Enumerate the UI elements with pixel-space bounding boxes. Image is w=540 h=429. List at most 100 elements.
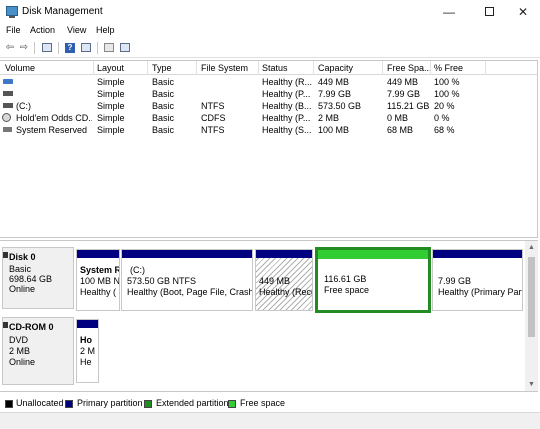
- cell-layout: Simple: [97, 77, 125, 87]
- legend-swatch-extended: [144, 400, 152, 408]
- menu-action[interactable]: Action: [30, 25, 55, 35]
- maximize-button[interactable]: [476, 3, 502, 21]
- table-row[interactable]: System Reserved Simple Basic NTFS Health…: [0, 124, 538, 136]
- cell-free-space: 68 MB: [387, 125, 414, 135]
- scroll-thumb[interactable]: [528, 257, 535, 337]
- cell-type: Basic: [152, 125, 175, 135]
- menu-file[interactable]: File: [6, 25, 21, 35]
- partition-system-reserved[interactable]: System R 100 MB N Healthy (: [76, 249, 120, 311]
- partition-status: Healthy (Primary Part: [438, 287, 523, 297]
- cdrom-0-label[interactable]: CD-ROM 0 DVD 2 MB Online: [2, 317, 74, 385]
- cell-layout: Simple: [97, 113, 125, 123]
- cell-type: Basic: [152, 77, 175, 87]
- col-file-system[interactable]: File System: [201, 63, 248, 73]
- legend-label: Unallocated: [16, 398, 64, 408]
- cell-layout: Simple: [97, 125, 125, 135]
- settings-icon[interactable]: [118, 42, 132, 54]
- cell-volume: (C:): [16, 101, 31, 111]
- partition-size: 2 M: [80, 346, 96, 356]
- partition-status: Healthy (Reco: [259, 287, 313, 297]
- cell-capacity: 7.99 GB: [318, 89, 352, 99]
- window-title: Disk Management: [22, 6, 103, 17]
- partition-size: 449 MB: [259, 276, 291, 286]
- col-status[interactable]: Status: [262, 63, 288, 73]
- legend: Unallocated Primary partition Extended p…: [0, 396, 540, 412]
- cd-icon: [2, 113, 11, 122]
- cell-layout: Simple: [97, 101, 125, 111]
- primary-partition-bar: [433, 250, 522, 258]
- col-capacity[interactable]: Capacity: [318, 63, 353, 73]
- primary-partition-bar: [77, 250, 119, 258]
- legend-swatch-primary: [65, 400, 73, 408]
- toolbar-separator: [34, 42, 35, 54]
- toolbar-separator: [97, 42, 98, 54]
- cell-type: Basic: [152, 113, 175, 123]
- partition-cdrom[interactable]: Ho 2 M He: [76, 319, 99, 383]
- cell-status: Healthy (S...: [262, 125, 312, 135]
- cd-drive-icon: [3, 322, 8, 328]
- cell-percent-free: 100 %: [434, 89, 460, 99]
- col-free-space[interactable]: Free Spa...: [387, 63, 432, 73]
- col-layout[interactable]: Layout: [97, 63, 124, 73]
- disk-state: Online: [9, 357, 36, 367]
- menu-help[interactable]: Help: [96, 25, 115, 35]
- menu-view[interactable]: View: [67, 25, 86, 35]
- partition-recovery[interactable]: 449 MB Healthy (Reco: [255, 249, 313, 311]
- disk-view-scrollbar[interactable]: ▲ ▼: [525, 241, 538, 391]
- table-row[interactable]: (C:) Simple Basic NTFS Healthy (B... 573…: [0, 100, 538, 112]
- partition-status: Healthy (: [80, 287, 117, 297]
- scroll-up-icon[interactable]: ▲: [525, 241, 538, 254]
- disk-type: Basic: [9, 264, 32, 274]
- col-type[interactable]: Type: [152, 63, 172, 73]
- maximize-icon: [484, 7, 494, 16]
- cell-free-space: 0 MB: [387, 113, 409, 123]
- cell-file-system: NTFS: [201, 125, 225, 135]
- cell-layout: Simple: [97, 89, 125, 99]
- forward-icon[interactable]: ⇨: [17, 42, 31, 54]
- table-row[interactable]: Simple Basic Healthy (P... 7.99 GB 7.99 …: [0, 88, 538, 100]
- partition-c-drive[interactable]: (C:) 573.50 GB NTFS Healthy (Boot, Page …: [121, 249, 253, 311]
- partition-size: 100 MB N: [80, 276, 120, 286]
- wizard-icon[interactable]: [102, 42, 116, 54]
- cell-file-system: NTFS: [201, 101, 225, 111]
- scroll-down-icon[interactable]: ▼: [525, 378, 538, 391]
- cell-type: Basic: [152, 89, 175, 99]
- close-button[interactable]: ✕: [510, 3, 536, 21]
- primary-partition-bar: [256, 250, 312, 258]
- back-icon[interactable]: ⇦: [3, 42, 17, 54]
- cell-status: Healthy (R...: [262, 77, 312, 87]
- table-row[interactable]: Simple Basic Healthy (R... 449 MB 449 MB…: [0, 76, 538, 88]
- properties-icon[interactable]: [40, 42, 54, 54]
- help-icon[interactable]: ?: [63, 42, 77, 54]
- legend-swatch-free-space: [228, 400, 236, 408]
- drive-icon: [3, 79, 13, 84]
- partition-free-space[interactable]: 116.61 GB Free space: [315, 247, 431, 313]
- cell-percent-free: 100 %: [434, 77, 460, 87]
- disk-size: 698.64 GB: [9, 274, 53, 284]
- free-space-bar: [318, 250, 428, 259]
- col-percent-free[interactable]: % Free: [434, 63, 463, 73]
- legend-label: Extended partition: [156, 398, 229, 408]
- cell-status: Healthy (P...: [262, 89, 311, 99]
- cell-free-space: 449 MB: [387, 77, 419, 87]
- partition-name: Ho: [80, 335, 92, 345]
- cell-percent-free: 20 %: [434, 101, 455, 111]
- legend-label: Primary partition: [77, 398, 143, 408]
- drive-icon: [3, 103, 13, 108]
- col-volume[interactable]: Volume: [5, 63, 35, 73]
- disk-0-label[interactable]: Disk 0 Basic 698.64 GB Online: [2, 247, 74, 309]
- partition-primary[interactable]: 7.99 GB Healthy (Primary Part: [432, 249, 523, 311]
- disk-state: Online: [9, 284, 36, 294]
- disk-icon: [3, 252, 8, 258]
- list-view-icon[interactable]: [79, 42, 93, 54]
- status-bar: [0, 412, 540, 429]
- drive-icon: [3, 127, 12, 132]
- disk-management-icon: [6, 6, 18, 18]
- cell-volume: System Reserved: [16, 125, 88, 135]
- volume-list-header: Volume Layout Type File System Status Ca…: [0, 61, 538, 75]
- cell-capacity: 449 MB: [318, 77, 350, 87]
- table-row[interactable]: Hold'em Odds CD... Simple Basic CDFS Hea…: [0, 112, 538, 124]
- minimize-button[interactable]: —: [436, 3, 462, 21]
- cell-free-space: 115.21 GB: [387, 101, 430, 111]
- volume-list: Volume Layout Type File System Status Ca…: [0, 60, 538, 238]
